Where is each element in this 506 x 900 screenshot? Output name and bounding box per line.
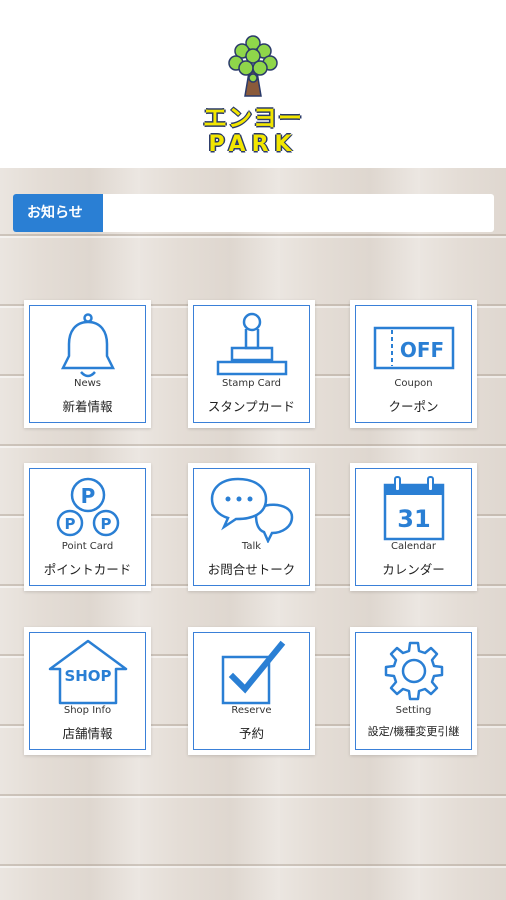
calendar-button[interactable]: 31 Calendar カレンダー bbox=[350, 463, 477, 591]
tile-label-en: Calendar bbox=[391, 541, 436, 552]
logo-title: エンヨー bbox=[203, 104, 303, 132]
shop-info-button[interactable]: SHOP Shop Info 店舗情報 bbox=[24, 627, 151, 755]
chat-icon bbox=[188, 475, 315, 543]
tree-icon bbox=[228, 35, 278, 97]
point-card-button[interactable]: P P P Point Card ポイントカード bbox=[24, 463, 151, 591]
svg-text:P: P bbox=[80, 484, 95, 508]
tile-label-en: Setting bbox=[395, 705, 432, 716]
reserve-button[interactable]: Reserve 予約 bbox=[188, 627, 315, 755]
svg-text:SHOP: SHOP bbox=[64, 667, 111, 685]
coupon-icon: OFF bbox=[350, 312, 477, 380]
talk-button[interactable]: Talk お問合せトーク bbox=[188, 463, 315, 591]
coupon-button[interactable]: OFF Coupon クーポン bbox=[350, 300, 477, 428]
tile-label-jp: スタンプカード bbox=[207, 399, 296, 414]
stamp-card-button[interactable]: Stamp Card スタンプカード bbox=[188, 300, 315, 428]
notice-label: お知らせ bbox=[13, 194, 103, 232]
tile-label-jp: クーポン bbox=[388, 399, 439, 414]
news-button[interactable]: News 新着情報 bbox=[24, 300, 151, 428]
bell-icon bbox=[24, 312, 151, 380]
tile-label-en: News bbox=[73, 378, 102, 389]
tile-label-en: Coupon bbox=[394, 378, 433, 389]
tile-label-jp: 店舗情報 bbox=[62, 726, 113, 741]
svg-text:31: 31 bbox=[397, 505, 430, 533]
tile-label-jp: お問合せトーク bbox=[207, 562, 296, 577]
calendar-icon: 31 bbox=[350, 475, 477, 543]
svg-text:P: P bbox=[100, 515, 111, 533]
setting-button[interactable]: Setting 設定/機種変更引継 bbox=[350, 627, 477, 755]
tile-label-jp: カレンダー bbox=[382, 562, 445, 577]
tile-label-jp: 設定/機種変更引継 bbox=[367, 725, 460, 738]
stamp-icon bbox=[188, 312, 315, 380]
point-card-icon: P P P bbox=[24, 475, 151, 543]
tile-label-en: Reserve bbox=[231, 705, 272, 716]
svg-text:OFF: OFF bbox=[399, 338, 443, 362]
tile-label-en: Talk bbox=[241, 541, 262, 552]
tile-label-en: Stamp Card bbox=[221, 378, 282, 389]
tile-label-en: Point Card bbox=[61, 541, 114, 552]
notice-bar[interactable]: お知らせ bbox=[13, 194, 494, 232]
tile-label-en: Shop Info bbox=[63, 705, 112, 716]
svg-text:P: P bbox=[64, 515, 75, 533]
shop-icon: SHOP bbox=[24, 639, 151, 707]
tile-label-jp: ポイントカード bbox=[43, 562, 132, 577]
gear-icon bbox=[350, 639, 477, 707]
app-logo: エンヨー PARK bbox=[198, 34, 308, 164]
tile-label-jp: 新着情報 bbox=[62, 399, 113, 414]
logo-subtitle: PARK bbox=[208, 132, 298, 157]
tile-label-jp: 予約 bbox=[238, 726, 264, 741]
checkbox-icon bbox=[188, 639, 315, 707]
app-header: エンヨー PARK bbox=[0, 0, 506, 168]
